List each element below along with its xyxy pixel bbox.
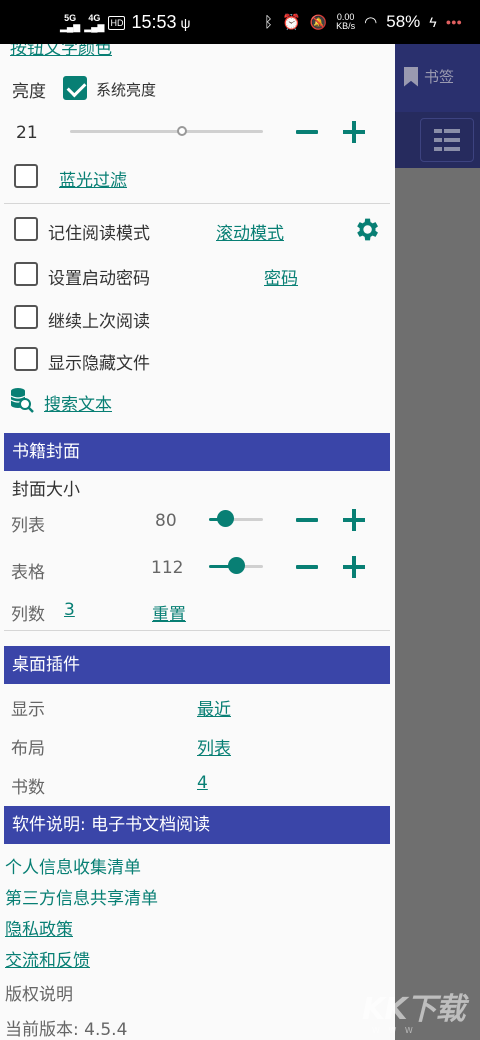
show-hidden-files-label: 显示隐藏文件 (48, 354, 150, 374)
cover-section-header: 书籍封面 (4, 433, 390, 471)
widget-count-label: 书数 (11, 778, 45, 798)
grid-cover-label: 表格 (11, 563, 45, 583)
brightness-label: 亮度 (12, 82, 46, 102)
widget-section-header: 桌面插件 (4, 646, 390, 684)
brightness-value: 21 (16, 123, 38, 143)
watermark-sub: W W W (372, 1026, 416, 1035)
charging-icon: ϟ (429, 14, 437, 30)
search-text-link[interactable]: 搜索文本 (44, 390, 112, 415)
signal-4g-icon: 4G ▂▄▆ (84, 12, 105, 32)
grid-cover-slider-thumb[interactable] (227, 557, 245, 574)
personal-info-list-link[interactable]: 个人信息收集清单 (5, 853, 141, 878)
signal-5g-icon: 5G ▂▄▆ (60, 12, 81, 32)
app-content-dimmed (390, 168, 480, 1040)
columns-value-link[interactable]: 3 (64, 600, 75, 620)
list-cover-decrease-button[interactable] (296, 518, 318, 522)
columns-label: 列数 (11, 605, 45, 625)
startup-password-checkbox[interactable] (14, 262, 38, 286)
grid-list-icon (434, 129, 460, 151)
system-brightness-checkbox[interactable] (63, 76, 87, 100)
alarm-icon: ⏰ (282, 14, 301, 31)
brightness-slider[interactable] (70, 130, 263, 133)
privacy-policy-link[interactable]: 隐私政策 (5, 915, 73, 940)
widget-count-link[interactable]: 4 (197, 773, 208, 793)
bluetooth-icon: ᛒ (263, 13, 273, 31)
status-bar: 5G ▂▄▆ 4G ▂▄▆ HD 15:53 ψ ᛒ ⏰ 🔕 0.00 KB/s ◠… (0, 0, 480, 44)
remember-mode-checkbox[interactable] (14, 217, 38, 241)
brightness-decrease-button[interactable] (296, 130, 318, 134)
divider (4, 630, 390, 631)
usb-icon: ψ (180, 14, 191, 31)
reset-link[interactable]: 重置 (152, 600, 186, 625)
bookmark-icon (404, 66, 418, 87)
list-cover-slider-thumb[interactable] (216, 510, 234, 527)
copyright-label[interactable]: 版权说明 (5, 980, 73, 1005)
status-time: 15:53 (131, 12, 177, 32)
search-database-icon (10, 388, 34, 413)
mute-icon: 🔕 (309, 13, 328, 30)
widget-layout-label: 布局 (11, 739, 45, 759)
divider (4, 203, 390, 204)
blue-filter-checkbox[interactable] (14, 164, 38, 188)
wifi-icon: ◠ (364, 14, 378, 31)
grid-cover-value: 112 (151, 558, 184, 578)
watermark-logo: KK下载 (362, 992, 465, 1027)
third-party-sharing-link[interactable]: 第三方信息共享清单 (5, 884, 158, 909)
show-hidden-files-checkbox[interactable] (14, 347, 38, 371)
widget-display-label: 显示 (11, 700, 45, 720)
continue-reading-label: 继续上次阅读 (48, 312, 150, 332)
view-toggle-button[interactable] (420, 118, 474, 162)
continue-reading-checkbox[interactable] (14, 305, 38, 329)
version-label: 当前版本: 4.5.4 (5, 1020, 128, 1040)
bookmark-label: 书签 (424, 68, 455, 86)
brightness-slider-thumb[interactable] (176, 126, 187, 136)
list-cover-value: 80 (155, 511, 177, 531)
widget-layout-link[interactable]: 列表 (197, 734, 231, 759)
system-brightness-label: 系统亮度 (96, 81, 157, 99)
settings-gear-icon[interactable] (352, 215, 381, 244)
grid-cover-decrease-button[interactable] (296, 565, 318, 569)
notification-dots-icon: ●●● (445, 17, 462, 27)
list-cover-increase-button[interactable] (343, 509, 365, 531)
grid-cover-increase-button[interactable] (343, 556, 365, 578)
startup-password-label: 设置启动密码 (48, 269, 150, 289)
feedback-link[interactable]: 交流和反馈 (5, 946, 90, 971)
scroll-mode-link[interactable]: 滚动模式 (216, 219, 284, 244)
widget-display-link[interactable]: 最近 (197, 695, 231, 720)
about-section-header: 软件说明: 电子书文档阅读 (4, 806, 390, 844)
blue-filter-link[interactable]: 蓝光过滤 (59, 166, 127, 191)
button-text-color-link[interactable]: 按钮文字颜色 (10, 44, 112, 59)
brightness-increase-button[interactable] (343, 121, 365, 143)
password-link[interactable]: 密码 (264, 264, 298, 289)
bookmark-tab[interactable]: 书签 (404, 66, 454, 87)
network-speed: 0.00 KB/s (336, 12, 356, 31)
battery-percent: 58% (386, 12, 421, 31)
cover-size-label: 封面大小 (12, 480, 80, 500)
hd-icon: HD (108, 15, 126, 30)
remember-mode-label: 记住阅读模式 (48, 224, 150, 244)
list-cover-label: 列表 (11, 516, 45, 536)
settings-drawer: 按钮文字颜色 亮度 系统亮度 21 蓝光过滤 记住阅读模式 滚动模式 设置启动密… (0, 44, 395, 1040)
